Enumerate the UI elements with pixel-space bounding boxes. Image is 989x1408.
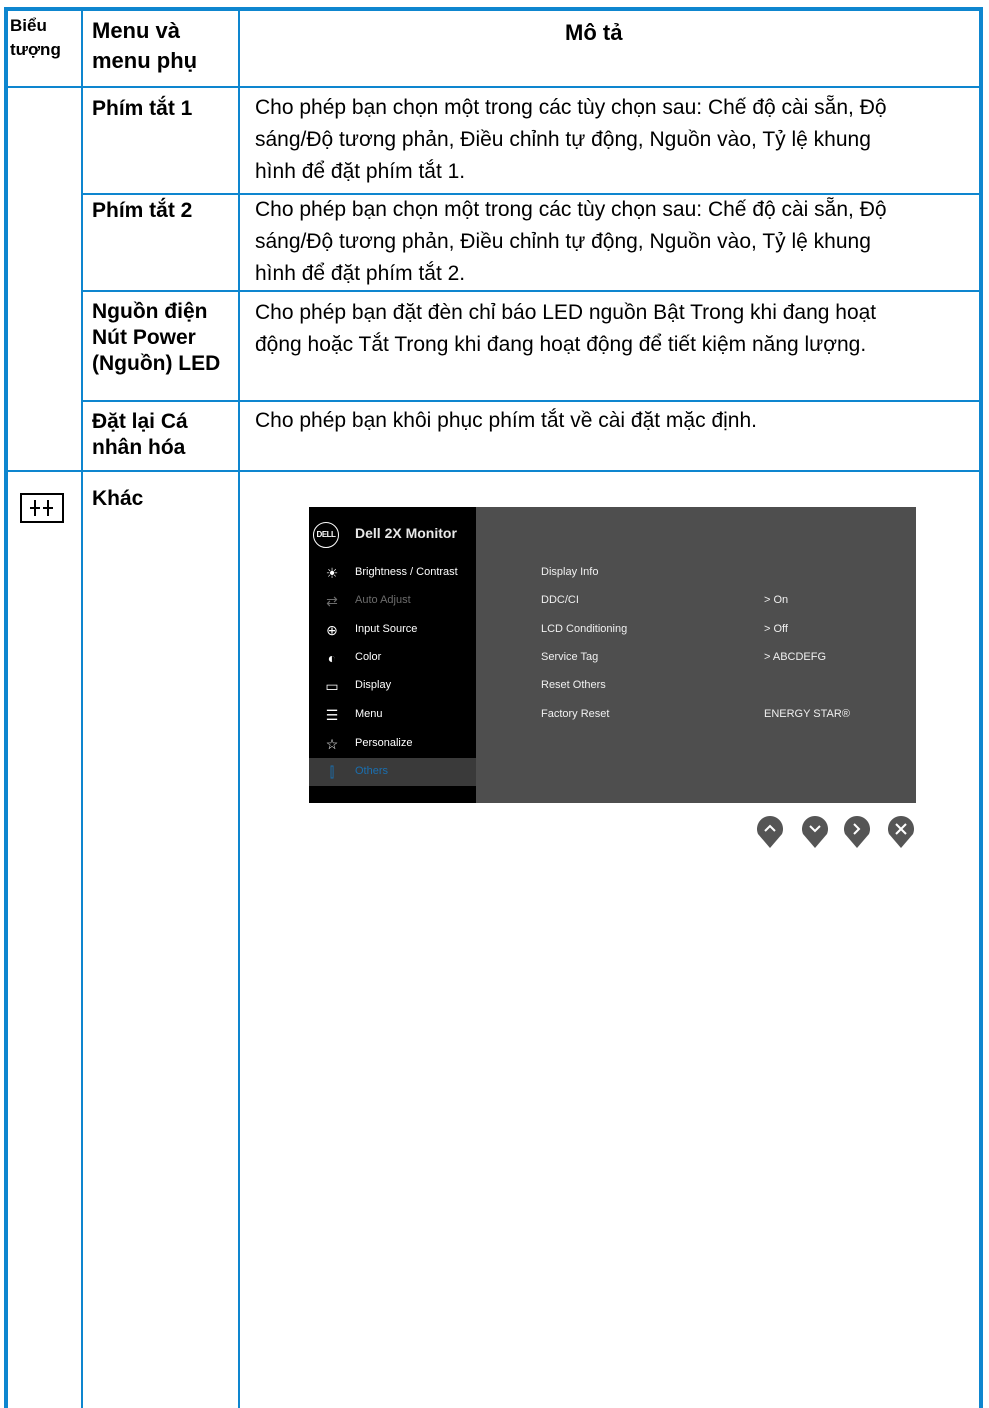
menu-label-reset-personalize: Đặt lại Cá nhân hóa <box>92 410 188 459</box>
osd-item-personalize[interactable]: ☆ Personalize <box>309 730 476 758</box>
menu-icon: ☰ <box>325 707 339 723</box>
menu-label-shortcut-1: Phím tắt 1 <box>92 97 193 120</box>
color-icon: ◐ <box>327 650 337 666</box>
header-desc-col: Mô tả <box>565 20 623 45</box>
down-button[interactable] <box>800 815 830 849</box>
personalize-icon: ☆ <box>325 736 339 752</box>
desc-shortcut-1: Cho phép bạn chọn một trong các tùy chọn… <box>255 96 887 183</box>
osd-sub-lcd-conditioning[interactable]: LCD Conditioning <box>541 623 627 635</box>
header-menu-col: Menu và menu phụ <box>92 18 198 73</box>
up-button[interactable] <box>755 815 785 849</box>
osd-sub-display-info[interactable]: Display Info <box>541 566 598 578</box>
right-button[interactable] <box>842 815 872 849</box>
desc-power-led: Cho phép bạn đặt đèn chỉ báo LED nguồn B… <box>255 301 877 356</box>
row-divider-2 <box>82 290 983 292</box>
others-icon <box>20 493 64 523</box>
brightness-icon: ☀ <box>325 565 339 581</box>
osd-item-menu[interactable]: ☰ Menu <box>309 701 476 729</box>
display-icon: ▭ <box>325 678 339 694</box>
osd-menu-screen: DELL Dell 2X Monitor ☀ Brightness / Cont… <box>309 507 916 803</box>
osd-main-menu: DELL Dell 2X Monitor ☀ Brightness / Cont… <box>309 507 476 803</box>
osd-val-energy-star: ENERGY STAR® <box>764 708 850 720</box>
osd-item-others[interactable]: ⫿ Others <box>309 758 476 786</box>
auto-adjust-icon: ⇄ <box>326 593 338 609</box>
osd-val-lcd-conditioning: > Off <box>764 623 788 635</box>
others-small-icon: ⫿ <box>329 764 335 780</box>
osd-sub-service-tag[interactable]: Service Tag <box>541 651 598 663</box>
desc-shortcut-2: Cho phép bạn chọn một trong các tùy chọn… <box>255 198 887 285</box>
close-button[interactable] <box>886 815 916 849</box>
osd-item-auto-adjust[interactable]: ⇄ Auto Adjust <box>309 587 476 615</box>
osd-item-color[interactable]: ◐ Color <box>309 644 476 672</box>
osd-sub-ddc-ci[interactable]: DDC/CI <box>541 594 579 606</box>
osd-item-input-source[interactable]: ⊕ Input Source <box>309 616 476 644</box>
header-icon-col: Biểu tượng <box>10 16 61 59</box>
header-divider <box>4 86 983 88</box>
row-divider-3 <box>82 400 983 402</box>
menu-label-power-led: Nguồn điện Nút Power (Nguồn) LED <box>92 300 221 375</box>
osd-sub-factory-reset[interactable]: Factory Reset <box>541 708 609 720</box>
osd-title: Dell 2X Monitor <box>355 525 457 541</box>
dell-logo-icon: DELL <box>313 522 339 548</box>
menu-label-shortcut-2: Phím tắt 2 <box>92 199 193 222</box>
col-divider-1 <box>81 7 83 1408</box>
osd-item-display[interactable]: ▭ Display <box>309 672 476 700</box>
row-divider-4 <box>4 470 983 472</box>
col-divider-2 <box>238 7 240 1408</box>
osd-val-service-tag: > ABCDEFG <box>764 651 827 663</box>
osd-sub-reset-others[interactable]: Reset Others <box>541 679 606 691</box>
osd-item-brightness-contrast[interactable]: ☀ Brightness / Contrast <box>309 559 476 587</box>
osd-header: DELL Dell 2X Monitor <box>309 519 476 549</box>
menu-label-others: Khác <box>92 487 144 510</box>
osd-val-ddc-ci: > On <box>764 594 789 606</box>
desc-reset-personalize: Cho phép bạn khôi phục phím tắt về cài đ… <box>255 409 757 432</box>
input-source-icon: ⊕ <box>326 622 338 638</box>
